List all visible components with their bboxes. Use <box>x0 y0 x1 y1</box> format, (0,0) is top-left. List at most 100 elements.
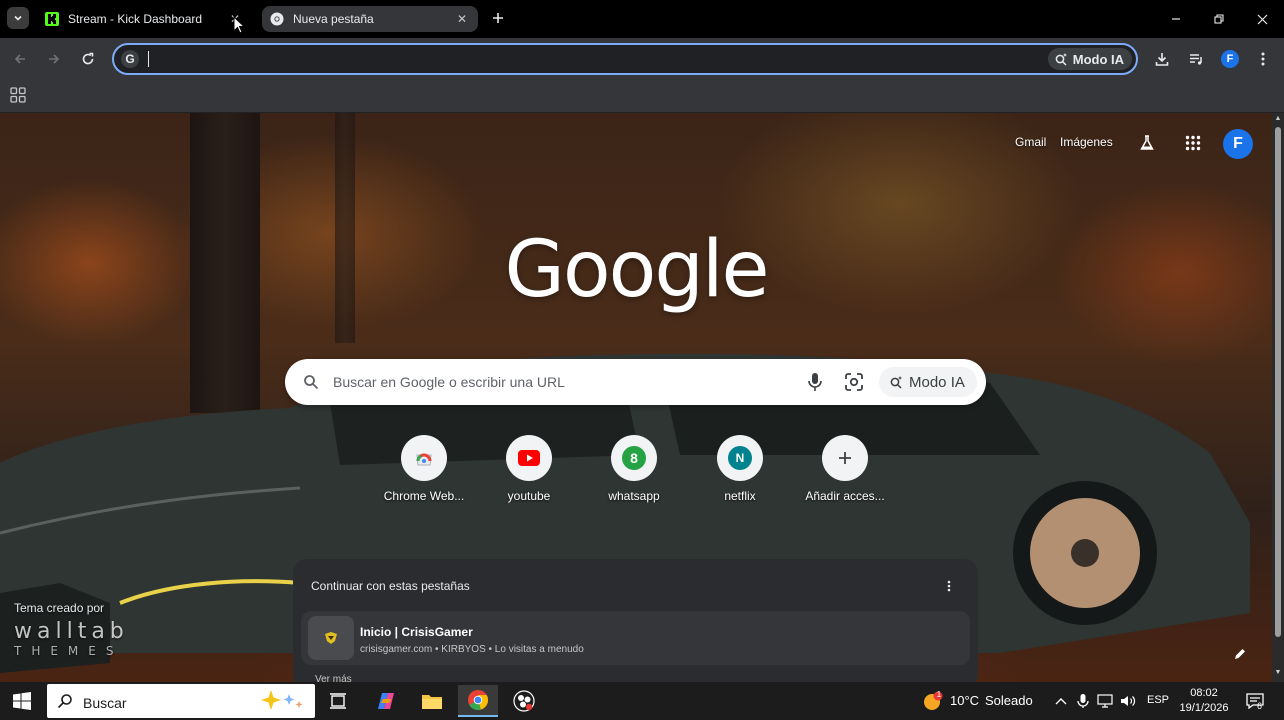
shortcut-icon-circle: N <box>717 435 763 481</box>
speaker-icon <box>1121 696 1136 706</box>
theme-brand: walltab <box>14 619 129 644</box>
apps-grid-icon[interactable] <box>10 87 26 103</box>
chrome-taskbar-button[interactable] <box>458 685 498 717</box>
taskbar-search-placeholder: Buscar <box>83 695 127 711</box>
chevron-up-icon <box>1055 698 1067 705</box>
menu-button[interactable] <box>1252 48 1274 70</box>
shortcut-label: youtube <box>507 489 551 503</box>
copilot-button[interactable] <box>366 685 406 717</box>
clock-time: 08:02 <box>1190 687 1218 699</box>
bookmarks-bar <box>0 80 1284 113</box>
site-favicon <box>308 616 354 660</box>
ai-mode-label: Modo IA <box>1072 51 1124 67</box>
more-vert-icon <box>947 580 951 592</box>
see-more-link[interactable]: Ver más <box>315 674 352 682</box>
shortcut-netflix[interactable]: N netflix <box>695 435 785 503</box>
scroll-down-arrow-icon[interactable]: ▼ <box>1274 669 1282 677</box>
weather-temp[interactable]: 10°C <box>950 693 979 708</box>
images-link[interactable]: Imágenes <box>1060 135 1113 149</box>
google-apps-button[interactable] <box>1181 131 1205 155</box>
card-menu-button[interactable] <box>942 577 956 595</box>
theme-credit[interactable]: Tema creado por walltab THEMES <box>14 601 129 658</box>
microphone-icon[interactable] <box>806 372 824 392</box>
weather-condition[interactable]: Soleado <box>985 693 1033 708</box>
plus-icon <box>493 13 503 23</box>
address-bar[interactable]: G Modo IA <box>112 43 1138 75</box>
page-scrollbar[interactable]: ▲ ▼ <box>1272 113 1284 682</box>
ai-mode-button[interactable]: Modo IA <box>879 367 977 397</box>
ai-mode-button[interactable]: Modo IA <box>1047 48 1132 70</box>
tab-strip: Stream - Kick Dashboard ✕ Nueva pestaña … <box>0 0 1284 38</box>
gmail-link[interactable]: Gmail <box>1015 135 1046 149</box>
avatar: F <box>1221 50 1239 68</box>
restore-button[interactable] <box>1208 8 1230 30</box>
search-input[interactable] <box>333 372 793 392</box>
customize-chrome-button[interactable] <box>1229 643 1251 665</box>
plus-icon <box>839 452 851 464</box>
minimize-button[interactable] <box>1165 8 1187 30</box>
weather-icon[interactable]: 1 <box>922 690 944 712</box>
file-explorer-button[interactable] <box>412 685 452 717</box>
continue-tabs-card: Continuar con estas pestañas Inicio | Cr… <box>293 559 978 682</box>
ai-search-icon <box>1055 53 1067 66</box>
folder-icon <box>422 695 442 709</box>
microphone-tray-button[interactable] <box>1074 692 1092 710</box>
theme-credit-label: Tema creado por <box>14 601 105 615</box>
account-avatar[interactable]: F <box>1223 129 1253 159</box>
shortcut-add[interactable]: Añadir acces... <box>800 435 890 503</box>
tab-title: Nueva pestaña <box>293 12 374 26</box>
media-controls-button[interactable] <box>1185 48 1207 70</box>
scrollbar-thumb[interactable] <box>1275 127 1281 637</box>
shortcut-icon-circle: 8 <box>611 435 657 481</box>
labs-button[interactable] <box>1135 131 1159 155</box>
continue-tab-item[interactable]: Inicio | CrisisGamer crisisgamer.com • K… <box>301 611 970 665</box>
network-icon <box>1097 694 1113 708</box>
shortcut-label: Chrome Web... <box>383 489 465 503</box>
chrome-webstore-icon <box>416 453 432 466</box>
search-box[interactable]: Modo IA <box>285 359 986 405</box>
tab-search-button[interactable] <box>7 7 29 29</box>
taskbar-search-box[interactable]: Buscar <box>47 684 315 718</box>
whatsapp-icon: 8 <box>622 446 646 470</box>
shortcut-icon-circle <box>822 435 868 481</box>
notifications-button[interactable]: 6 <box>1244 692 1266 711</box>
crisisgamer-shield-icon <box>325 632 337 644</box>
tab-title: Stream - Kick Dashboard <box>68 12 203 26</box>
new-tab-button[interactable] <box>488 8 508 28</box>
show-hidden-icons-button[interactable] <box>1052 692 1070 710</box>
address-input[interactable] <box>152 49 1032 69</box>
network-tray-button[interactable] <box>1096 692 1114 710</box>
close-window-button[interactable] <box>1251 8 1273 30</box>
reload-button[interactable] <box>78 49 98 69</box>
input-language[interactable]: ESP <box>1147 694 1169 706</box>
profile-button[interactable]: F <box>1219 48 1241 70</box>
google-lens-icon[interactable] <box>844 372 864 392</box>
obs-button[interactable] <box>504 685 544 717</box>
back-button[interactable] <box>10 49 30 69</box>
scroll-up-arrow-icon[interactable]: ▲ <box>1274 115 1282 123</box>
taskbar-clock[interactable]: 08:02 19/1/2026 <box>1176 686 1232 716</box>
microphone-icon <box>1077 694 1089 708</box>
shortcut-youtube[interactable]: youtube <box>484 435 574 503</box>
volume-tray-button[interactable] <box>1119 692 1137 710</box>
obs-studio-icon <box>513 690 535 712</box>
flask-icon <box>1140 135 1154 150</box>
kick-logo-icon <box>45 12 59 26</box>
downloads-button[interactable] <box>1151 48 1173 70</box>
shortcut-whatsapp[interactable]: 8 whatsapp <box>589 435 679 503</box>
windows-start-icon[interactable] <box>12 691 32 711</box>
close-tab-icon[interactable]: ✕ <box>454 11 470 27</box>
shortcut-chrome-web-store[interactable]: Chrome Web... <box>379 435 469 503</box>
shortcut-label: Añadir acces... <box>805 489 885 503</box>
task-view-icon <box>330 693 346 709</box>
close-icon <box>1257 14 1267 24</box>
card-title: Continuar con estas pestañas <box>311 579 470 593</box>
task-view-button[interactable] <box>318 685 358 717</box>
shortcut-icon-circle <box>401 435 447 481</box>
youtube-icon <box>518 450 540 466</box>
tab-new-tab[interactable]: Nueva pestaña ✕ <box>262 6 478 32</box>
download-icon <box>1155 53 1169 66</box>
forward-button[interactable] <box>44 49 64 69</box>
search-icon <box>57 694 72 709</box>
tab-kick-dashboard[interactable]: Stream - Kick Dashboard ✕ <box>37 6 251 32</box>
